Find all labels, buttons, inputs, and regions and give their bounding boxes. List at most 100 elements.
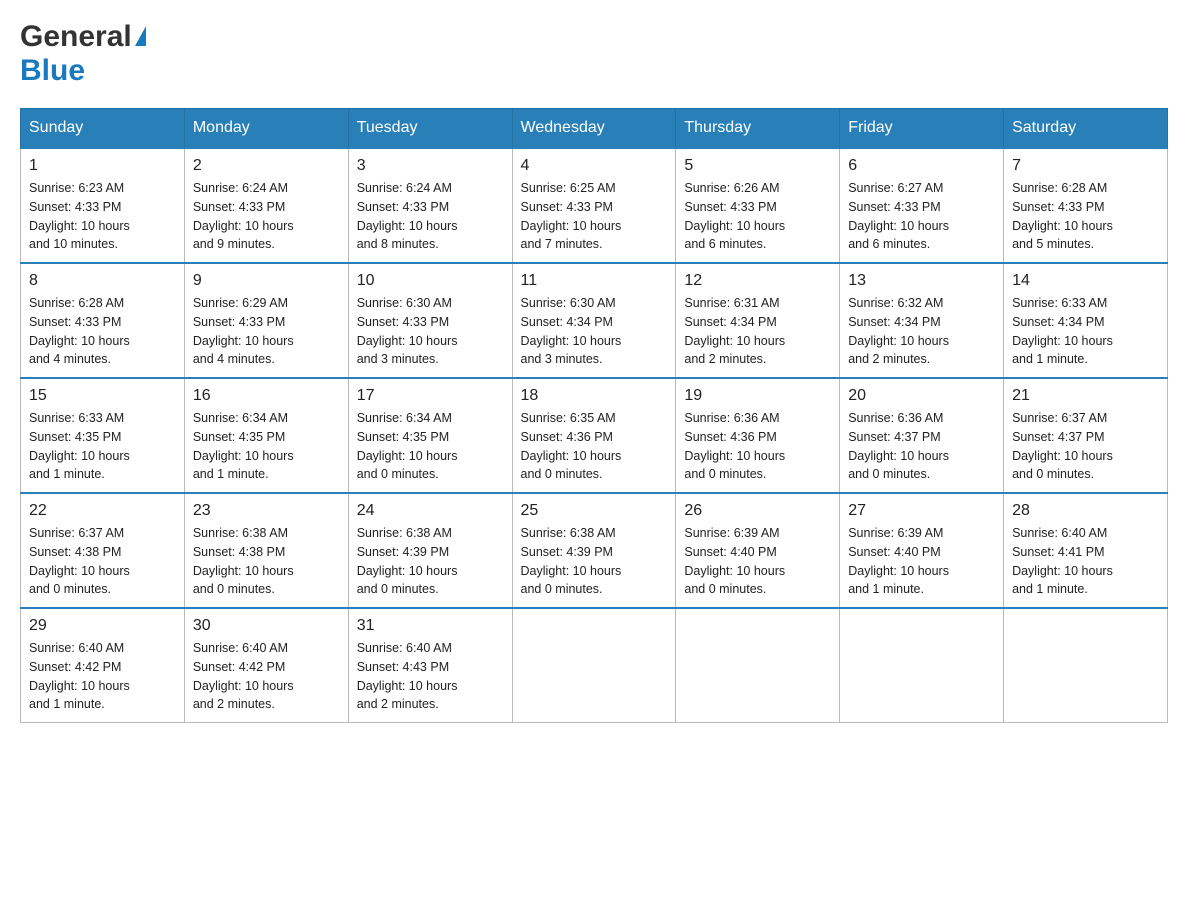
day-header-monday: Monday (184, 109, 348, 149)
calendar-cell: 16 Sunrise: 6:34 AMSunset: 4:35 PMDayligh… (184, 378, 348, 493)
week-row-2: 8 Sunrise: 6:28 AMSunset: 4:33 PMDaylight… (21, 263, 1168, 378)
calendar-cell: 29 Sunrise: 6:40 AMSunset: 4:42 PMDayligh… (21, 608, 185, 723)
day-number: 2 (193, 157, 340, 175)
calendar-cell: 27Sunrise: 6:39 AMSunset: 4:40 PMDayligh… (840, 493, 1004, 608)
day-info: Sunrise: 6:30 AMSunset: 4:34 PMDaylight:… (521, 294, 668, 369)
day-number: 5 (684, 157, 831, 175)
calendar-cell (1004, 608, 1168, 723)
day-number: 22 (29, 502, 176, 520)
calendar-cell: 6 Sunrise: 6:27 AMSunset: 4:33 PMDaylight… (840, 148, 1004, 263)
calendar-table: SundayMondayTuesdayWednesdayThursdayFrid… (20, 108, 1168, 723)
day-number: 26 (684, 502, 831, 520)
calendar-cell: 28 Sunrise: 6:40 AMSunset: 4:41 PMDayligh… (1004, 493, 1168, 608)
day-number: 6 (848, 157, 995, 175)
day-number: 7 (1012, 157, 1159, 175)
calendar-cell: 2 Sunrise: 6:24 AMSunset: 4:33 PMDaylight… (184, 148, 348, 263)
week-row-3: 15 Sunrise: 6:33 AMSunset: 4:35 PMDayligh… (21, 378, 1168, 493)
day-number: 28 (1012, 502, 1159, 520)
day-number: 17 (357, 387, 504, 405)
week-row-1: 1Sunrise: 6:23 AMSunset: 4:33 PMDaylight… (21, 148, 1168, 263)
calendar-cell (840, 608, 1004, 723)
day-info: Sunrise: 6:33 AMSunset: 4:35 PMDaylight:… (29, 409, 176, 484)
day-info: Sunrise: 6:24 AMSunset: 4:33 PMDaylight:… (357, 179, 504, 254)
day-info: Sunrise: 6:38 AMSunset: 4:38 PMDaylight:… (193, 524, 340, 599)
calendar-cell: 7 Sunrise: 6:28 AMSunset: 4:33 PMDaylight… (1004, 148, 1168, 263)
day-header-saturday: Saturday (1004, 109, 1168, 149)
day-info: Sunrise: 6:33 AMSunset: 4:34 PMDaylight:… (1012, 294, 1159, 369)
day-info: Sunrise: 6:36 AMSunset: 4:37 PMDaylight:… (848, 409, 995, 484)
day-number: 27 (848, 502, 995, 520)
calendar-cell: 9 Sunrise: 6:29 AMSunset: 4:33 PMDaylight… (184, 263, 348, 378)
day-info: Sunrise: 6:25 AMSunset: 4:33 PMDaylight:… (521, 179, 668, 254)
day-header-wednesday: Wednesday (512, 109, 676, 149)
day-info: Sunrise: 6:28 AMSunset: 4:33 PMDaylight:… (29, 294, 176, 369)
day-info: Sunrise: 6:35 AMSunset: 4:36 PMDaylight:… (521, 409, 668, 484)
day-info: Sunrise: 6:34 AMSunset: 4:35 PMDaylight:… (357, 409, 504, 484)
day-info: Sunrise: 6:38 AMSunset: 4:39 PMDaylight:… (521, 524, 668, 599)
day-info: Sunrise: 6:27 AMSunset: 4:33 PMDaylight:… (848, 179, 995, 254)
day-number: 31 (357, 617, 504, 635)
calendar-cell: 10 Sunrise: 6:30 AMSunset: 4:33 PMDayligh… (348, 263, 512, 378)
day-info: Sunrise: 6:31 AMSunset: 4:34 PMDaylight:… (684, 294, 831, 369)
calendar-cell: 21 Sunrise: 6:37 AMSunset: 4:37 PMDayligh… (1004, 378, 1168, 493)
day-number: 16 (193, 387, 340, 405)
day-number: 19 (684, 387, 831, 405)
day-info: Sunrise: 6:28 AMSunset: 4:33 PMDaylight:… (1012, 179, 1159, 254)
day-number: 12 (684, 272, 831, 290)
day-number: 10 (357, 272, 504, 290)
day-info: Sunrise: 6:26 AMSunset: 4:33 PMDaylight:… (684, 179, 831, 254)
calendar-cell: 22 Sunrise: 6:37 AMSunset: 4:38 PMDayligh… (21, 493, 185, 608)
calendar-cell: 5 Sunrise: 6:26 AMSunset: 4:33 PMDaylight… (676, 148, 840, 263)
calendar-cell: 31Sunrise: 6:40 AMSunset: 4:43 PMDayligh… (348, 608, 512, 723)
day-info: Sunrise: 6:40 AMSunset: 4:41 PMDaylight:… (1012, 524, 1159, 599)
calendar-cell: 1Sunrise: 6:23 AMSunset: 4:33 PMDaylight… (21, 148, 185, 263)
calendar-cell: 4 Sunrise: 6:25 AMSunset: 4:33 PMDaylight… (512, 148, 676, 263)
day-header-thursday: Thursday (676, 109, 840, 149)
calendar-cell: 12 Sunrise: 6:31 AMSunset: 4:34 PMDayligh… (676, 263, 840, 378)
day-number: 15 (29, 387, 176, 405)
calendar-cell: 26Sunrise: 6:39 AMSunset: 4:40 PMDayligh… (676, 493, 840, 608)
calendar-cell: 15 Sunrise: 6:33 AMSunset: 4:35 PMDayligh… (21, 378, 185, 493)
calendar-cell: 13 Sunrise: 6:32 AMSunset: 4:34 PMDayligh… (840, 263, 1004, 378)
day-info: Sunrise: 6:29 AMSunset: 4:33 PMDaylight:… (193, 294, 340, 369)
logo: General Blue (20, 20, 146, 88)
logo-triangle-icon (135, 26, 146, 46)
day-number: 21 (1012, 387, 1159, 405)
day-info: Sunrise: 6:23 AMSunset: 4:33 PMDaylight:… (29, 179, 176, 254)
day-number: 23 (193, 502, 340, 520)
calendar-cell: 19 Sunrise: 6:36 AMSunset: 4:36 PMDayligh… (676, 378, 840, 493)
day-number: 20 (848, 387, 995, 405)
logo-general-text: General (20, 20, 132, 54)
day-number: 14 (1012, 272, 1159, 290)
calendar-cell (676, 608, 840, 723)
week-row-5: 29 Sunrise: 6:40 AMSunset: 4:42 PMDayligh… (21, 608, 1168, 723)
calendar-cell: 18Sunrise: 6:35 AMSunset: 4:36 PMDayligh… (512, 378, 676, 493)
calendar-header-row: SundayMondayTuesdayWednesdayThursdayFrid… (21, 109, 1168, 149)
day-info: Sunrise: 6:38 AMSunset: 4:39 PMDaylight:… (357, 524, 504, 599)
day-header-sunday: Sunday (21, 109, 185, 149)
day-number: 3 (357, 157, 504, 175)
calendar-cell: 30Sunrise: 6:40 AMSunset: 4:42 PMDayligh… (184, 608, 348, 723)
day-number: 8 (29, 272, 176, 290)
day-info: Sunrise: 6:32 AMSunset: 4:34 PMDaylight:… (848, 294, 995, 369)
week-row-4: 22 Sunrise: 6:37 AMSunset: 4:38 PMDayligh… (21, 493, 1168, 608)
day-number: 29 (29, 617, 176, 635)
day-number: 25 (521, 502, 668, 520)
day-number: 4 (521, 157, 668, 175)
logo-blue-text: Blue (20, 54, 85, 87)
day-info: Sunrise: 6:40 AMSunset: 4:42 PMDaylight:… (29, 639, 176, 714)
day-number: 9 (193, 272, 340, 290)
calendar-cell: 14 Sunrise: 6:33 AMSunset: 4:34 PMDayligh… (1004, 263, 1168, 378)
day-info: Sunrise: 6:40 AMSunset: 4:42 PMDaylight:… (193, 639, 340, 714)
day-info: Sunrise: 6:37 AMSunset: 4:38 PMDaylight:… (29, 524, 176, 599)
day-info: Sunrise: 6:30 AMSunset: 4:33 PMDaylight:… (357, 294, 504, 369)
day-header-tuesday: Tuesday (348, 109, 512, 149)
day-number: 24 (357, 502, 504, 520)
calendar-cell: 17 Sunrise: 6:34 AMSunset: 4:35 PMDayligh… (348, 378, 512, 493)
day-info: Sunrise: 6:34 AMSunset: 4:35 PMDaylight:… (193, 409, 340, 484)
day-info: Sunrise: 6:37 AMSunset: 4:37 PMDaylight:… (1012, 409, 1159, 484)
calendar-cell: 25 Sunrise: 6:38 AMSunset: 4:39 PMDayligh… (512, 493, 676, 608)
day-number: 13 (848, 272, 995, 290)
day-info: Sunrise: 6:24 AMSunset: 4:33 PMDaylight:… (193, 179, 340, 254)
day-info: Sunrise: 6:36 AMSunset: 4:36 PMDaylight:… (684, 409, 831, 484)
